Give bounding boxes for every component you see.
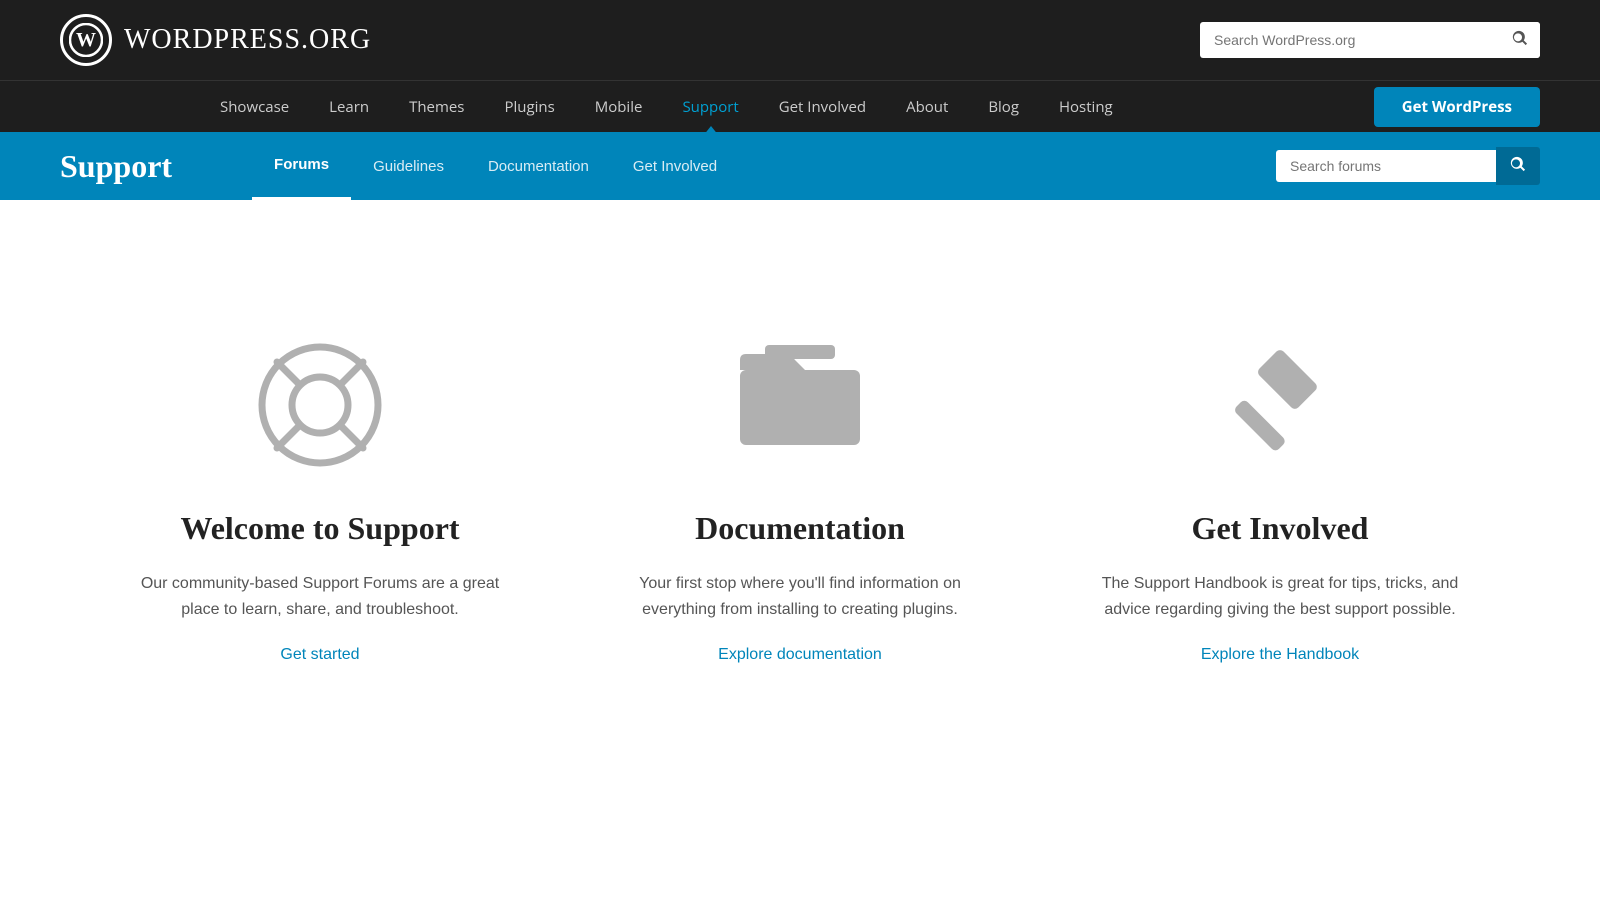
card-documentation-heading: Documentation [695,510,905,547]
nav-item-get-involved[interactable]: Get Involved [759,81,886,133]
svg-text:W: W [76,29,96,51]
hammer-icon [1215,340,1345,470]
support-nav-documentation[interactable]: Documentation [466,132,611,200]
get-wordpress-button[interactable]: Get WordPress [1374,87,1540,127]
support-page-title: Support [60,148,172,185]
nav-item-learn[interactable]: Learn [309,81,389,133]
support-nav: Forums Guidelines Documentation Get Invo… [252,132,1276,200]
support-nav-guidelines[interactable]: Guidelines [351,132,466,200]
top-search-bar [1200,22,1540,58]
nav-item-plugins[interactable]: Plugins [484,81,574,133]
nav-item-showcase[interactable]: Showcase [200,81,309,133]
support-search-input[interactable] [1276,150,1496,182]
support-search-bar [1276,147,1540,185]
card-get-involved-heading: Get Involved [1192,510,1369,547]
nav-item-support[interactable]: Support [662,81,758,133]
card-documentation-link[interactable]: Explore documentation [718,646,882,664]
top-bar: W WordPress.org [0,0,1600,80]
cards-container: Welcome to Support Our community-based S… [0,260,1600,744]
card-get-involved-link[interactable]: Explore the Handbook [1201,646,1359,664]
nav-item-blog[interactable]: Blog [968,81,1039,133]
support-nav-get-involved[interactable]: Get Involved [611,132,739,200]
card-get-involved: Get Involved The Support Handbook is gre… [1040,300,1520,704]
card-documentation-description: Your first stop where you'll find inform… [620,571,980,622]
card-welcome: Welcome to Support Our community-based S… [80,300,560,704]
logo-text: WordPress.org [124,24,371,56]
card-welcome-heading: Welcome to Support [180,510,459,547]
nav-item-themes[interactable]: Themes [389,81,484,133]
wp-logo-icon: W [60,14,112,66]
nav-item-mobile[interactable]: Mobile [575,81,663,133]
nav-item-hosting[interactable]: Hosting [1039,81,1133,133]
lifesaver-icon [255,340,385,470]
top-search-button[interactable] [1500,22,1540,58]
card-welcome-description: Our community-based Support Forums are a… [140,571,500,622]
main-nav: Showcase Learn Themes Plugins Mobile Sup… [0,80,1600,132]
card-get-involved-description: The Support Handbook is great for tips, … [1100,571,1460,622]
folder-icon [735,340,865,470]
support-nav-forums[interactable]: Forums [252,132,351,200]
nav-item-about[interactable]: About [886,81,968,133]
card-documentation: Documentation Your first stop where you'… [560,300,1040,704]
main-content: Welcome to Support Our community-based S… [0,200,1600,820]
support-bar: Support Forums Guidelines Documentation … [0,132,1600,200]
logo-area[interactable]: W WordPress.org [60,14,371,66]
top-search-input[interactable] [1200,24,1500,56]
support-search-button[interactable] [1496,147,1540,185]
card-welcome-link[interactable]: Get started [280,646,359,664]
